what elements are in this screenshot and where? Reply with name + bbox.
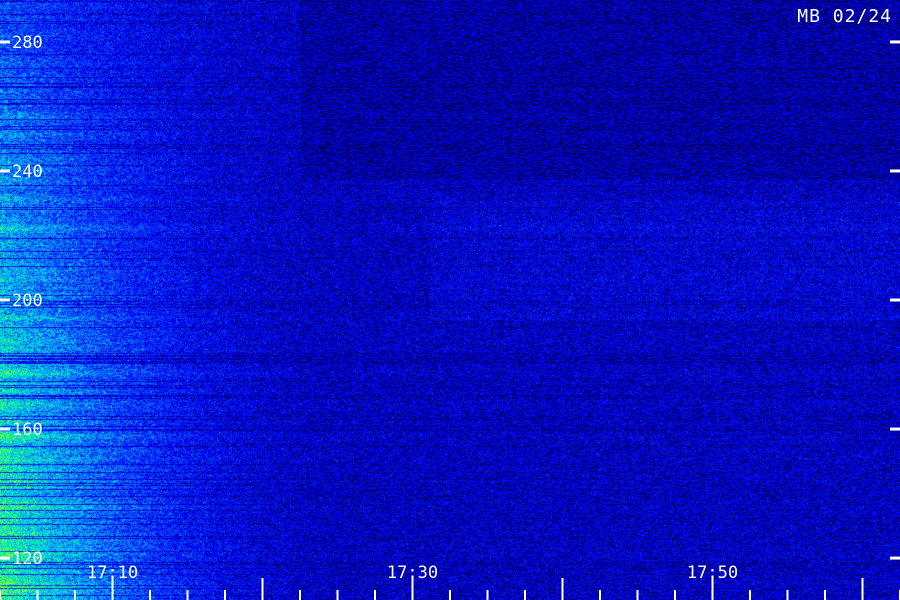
y-tick-label-200: 200: [12, 291, 43, 311]
x-axis: 17:10 17:30 17:50: [0, 563, 900, 600]
y-tick-label-120: 120: [12, 549, 43, 569]
y-axis-left: 280 240 200 160 120: [0, 33, 43, 569]
spectrogram-axes: 280 240 200 160 120 17:10 17:30 17:50: [0, 33, 900, 600]
x-tick-label-1710: 17:10: [87, 563, 138, 583]
x-tick-label-1750: 17:50: [687, 563, 738, 583]
y-tick-label-160: 160: [12, 420, 43, 440]
y-axis-right: [890, 40, 900, 560]
y-tick-label-280: 280: [12, 33, 43, 53]
y-tick-label-240: 240: [12, 162, 43, 182]
x-tick-label-1730: 17:30: [387, 563, 438, 583]
station-label: MB 02/24: [797, 6, 892, 27]
